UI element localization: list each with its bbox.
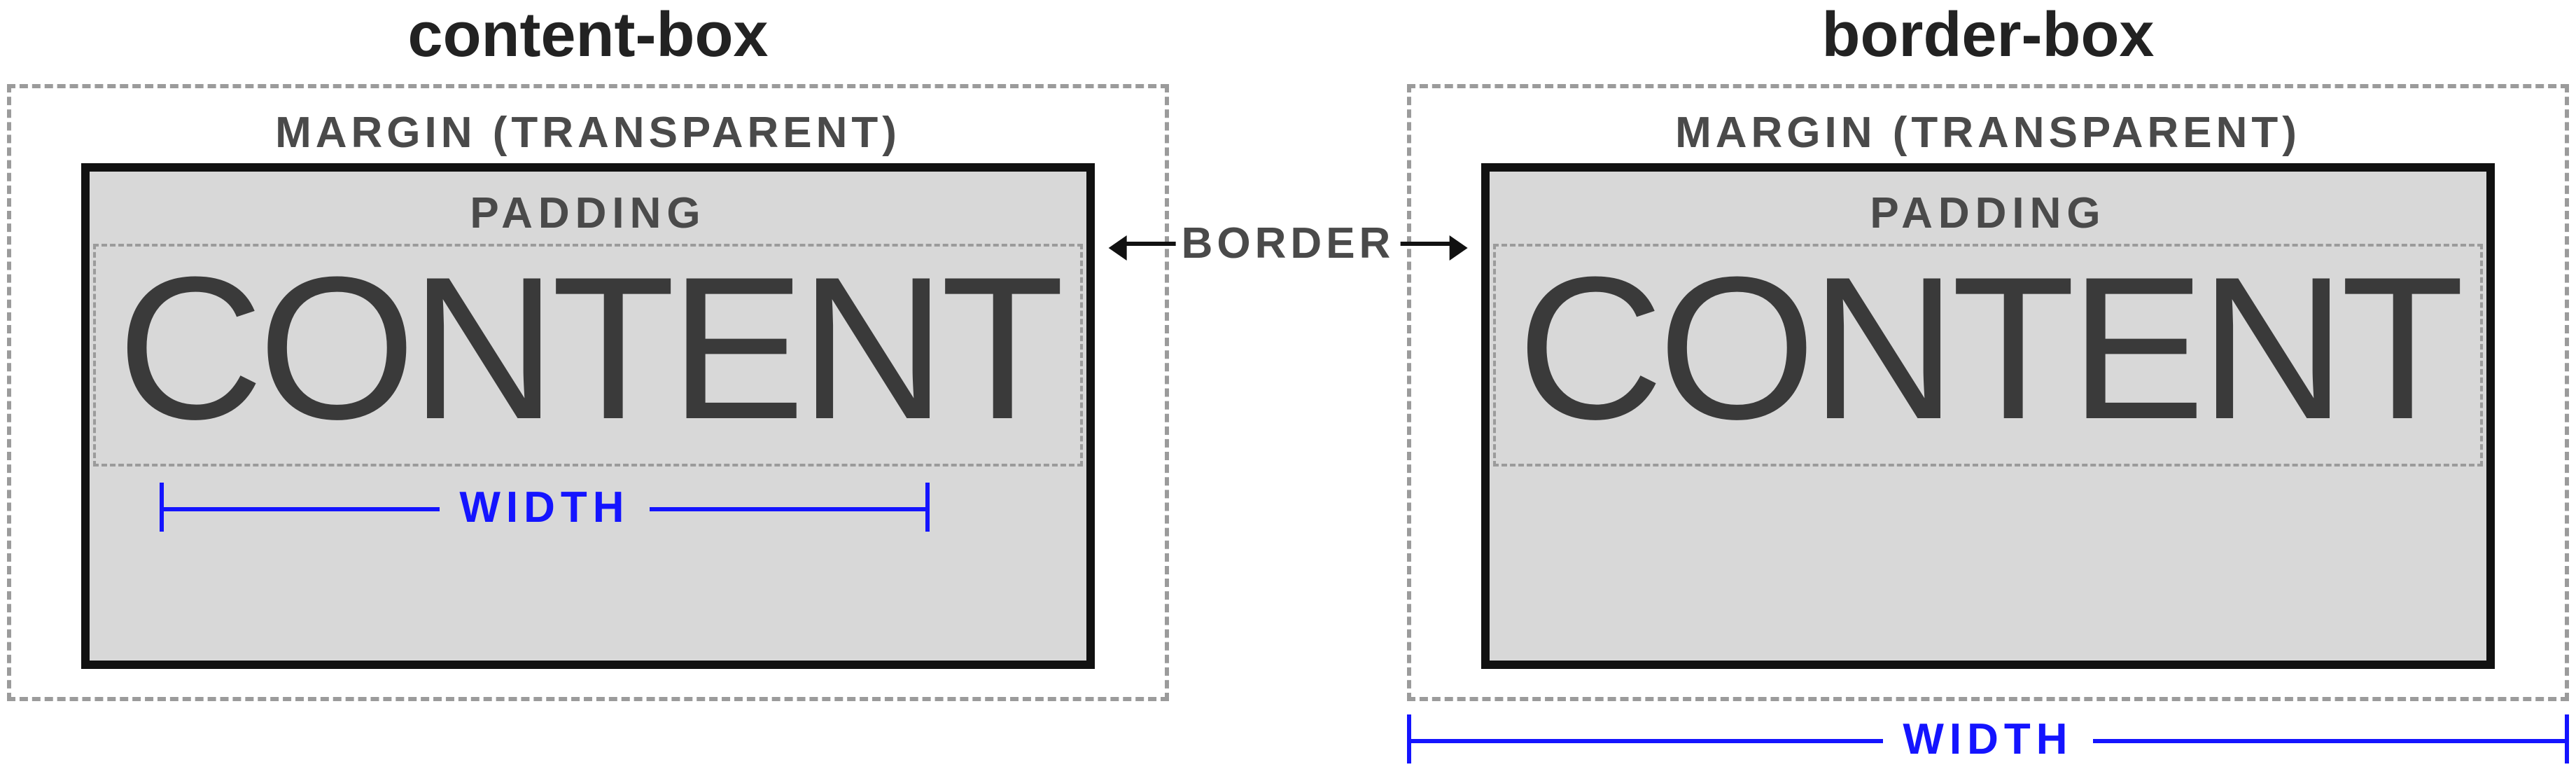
margin-label-left: MARGIN (TRANSPARENT) [81, 88, 1095, 163]
content-label-right: CONTENT [1517, 247, 2459, 450]
width-ruler-content-box: WIDTH [160, 479, 930, 535]
width-ruler-cap-right-icon [2565, 714, 2569, 763]
content-label-left: CONTENT [117, 247, 1059, 450]
padding-label-left: PADDING [470, 172, 706, 244]
width-ruler-border-box: WIDTH [1407, 711, 2569, 767]
margin-area-left: MARGIN (TRANSPARENT) PADDING CONTENT WID… [7, 84, 1169, 701]
title-content-box: content-box [7, 0, 1169, 84]
border-indicator: BORDER [1124, 219, 1452, 268]
panel-border-box: border-box MARGIN (TRANSPARENT) PADDING … [1407, 0, 2569, 767]
ruler-placeholder-left [7, 701, 1169, 767]
content-area-left: CONTENT [93, 244, 1083, 467]
width-label-border-box: WIDTH [1883, 714, 2092, 764]
panel-content-box: content-box MARGIN (TRANSPARENT) PADDING… [7, 0, 1169, 767]
margin-label-right: MARGIN (TRANSPARENT) [1481, 88, 2495, 163]
arrow-right-icon [1400, 242, 1452, 246]
content-area-right: CONTENT [1493, 244, 2483, 467]
arrow-left-icon [1124, 242, 1176, 246]
border-label: BORDER [1177, 219, 1399, 268]
padding-label-right: PADDING [1870, 172, 2106, 244]
width-ruler-cap-right-icon [925, 483, 930, 532]
width-ruler-cap-left-icon [1407, 714, 1411, 763]
border-area-right: PADDING CONTENT [1481, 163, 2495, 669]
width-ruler-cap-left-icon [160, 483, 164, 532]
margin-area-right: MARGIN (TRANSPARENT) PADDING CONTENT [1407, 84, 2569, 701]
title-border-box: border-box [1407, 0, 2569, 84]
width-label-content-box: WIDTH [440, 483, 649, 532]
border-area-left: PADDING CONTENT WIDTH [81, 163, 1095, 669]
